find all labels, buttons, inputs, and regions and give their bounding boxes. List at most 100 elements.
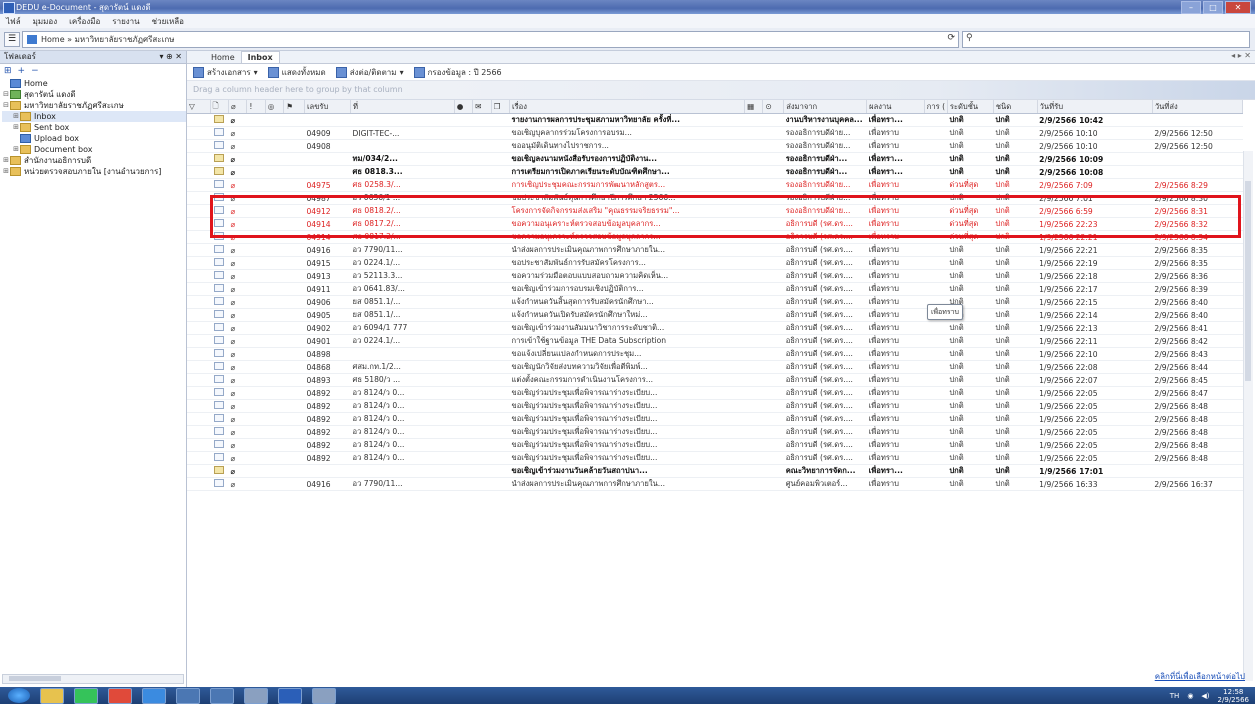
- taskbar-chrome-icon[interactable]: [108, 687, 132, 704]
- col-from[interactable]: ส่งมาจาก: [783, 100, 868, 114]
- create-document-button[interactable]: สร้างเอกสาร ▾: [193, 66, 258, 79]
- language-indicator-icon[interactable]: TH: [1170, 692, 1180, 700]
- table-row[interactable]: ⌀ รายงานการผลการประชุมสภามหาวิทยาลัย ครั้…: [187, 113, 1243, 127]
- menu-file[interactable]: ไฟล์: [0, 15, 27, 28]
- grid-menu-button[interactable]: ☰: [4, 32, 20, 47]
- group-by-area[interactable]: Drag a column header here to group by th…: [187, 81, 1255, 100]
- table-row[interactable]: ⌀ 04905 ยส 0851.1/... แจ้งกำหนดวันเปิดรับสม…: [187, 308, 1243, 322]
- taskbar-line-icon[interactable]: [74, 687, 98, 704]
- table-row[interactable]: ⌀ 04975 ศธ 0258.3/... การเชิญประชุมคณะกรรมก…: [187, 178, 1243, 192]
- menu-help[interactable]: ช่วยเหลือ: [146, 15, 190, 28]
- taskbar-word-icon[interactable]: [278, 687, 302, 704]
- tab-inbox[interactable]: Inbox: [240, 51, 280, 63]
- table-row[interactable]: ⌀ 04914 ศธ 0817.2/... ขอความอนุเคราะห์ตรวจส…: [187, 230, 1243, 244]
- table-row[interactable]: ⌀ 04987 อว 0636/1 ... ขอประชาสัมพันธ์ทุนการ…: [187, 191, 1243, 205]
- table-row[interactable]: ⌀ 04892 อว 8124/ว 0... ขอเชิญร่วมประชุมเพื่…: [187, 412, 1243, 426]
- next-page-link[interactable]: คลิกที่นี่เพื่อเลือกหน้าต่อไป: [1155, 670, 1245, 683]
- col-secret[interactable]: ◎: [265, 100, 285, 114]
- menu-tools[interactable]: เครื่องมือ: [63, 15, 106, 28]
- network-icon[interactable]: ◉: [1187, 692, 1193, 700]
- table-row[interactable]: ⌀ 04912 ศธ 0818.2/... โครงการจัดกิจกรรมส่งเ…: [187, 204, 1243, 218]
- col-flag[interactable]: ⚑: [283, 100, 305, 114]
- tree-node-upload[interactable]: Upload box: [2, 133, 186, 144]
- table-row[interactable]: ⌀ 04868 ศสม.กท.1/2... ขอเชิญนักวิจัยส่งบทคว…: [187, 360, 1243, 374]
- taskbar-paint-icon[interactable]: [312, 687, 336, 704]
- table-row[interactable]: ⌀ 04909 DIGIT-TEC-... ขอเชิญบุคลากรร่วมโครง…: [187, 126, 1243, 140]
- col-dot[interactable]: ●: [454, 100, 474, 114]
- col-copy[interactable]: ❐: [491, 100, 511, 114]
- col-type[interactable]: ชนิด: [993, 100, 1038, 114]
- volume-icon[interactable]: ◀): [1201, 692, 1209, 700]
- taskbar-edoc-icon[interactable]: [210, 687, 234, 704]
- start-button[interactable]: [8, 688, 30, 703]
- tab-home[interactable]: Home: [205, 52, 241, 63]
- tree-node-audit-unit[interactable]: ⊞ หน่วยตรวจสอบภายใน [งานอำนวยการ]: [2, 166, 186, 177]
- table-row[interactable]: ⌀ 04914 ศธ 0817.2/... ขอความอนุเคราะห์ตรวจส…: [187, 217, 1243, 231]
- col-reg-number[interactable]: เลขรับ: [304, 100, 352, 114]
- expand-all-icon[interactable]: ⊞: [4, 66, 12, 76]
- close-button[interactable]: ✕: [1225, 1, 1251, 14]
- tree-node-org[interactable]: ⊟ มหาวิทยาลัยราชภัฏศรีสะเกษ: [2, 100, 186, 111]
- table-row[interactable]: ⌀ 04916 อว 7790/11... นำส่งผลการประเมินคุณภ…: [187, 477, 1243, 491]
- table-row[interactable]: ⌀ 04916 อว 7790/11... นำส่งผลการประเมินคุณภ…: [187, 243, 1243, 257]
- col-circle[interactable]: ⊙: [762, 100, 785, 114]
- table-row[interactable]: ⌀ 04892 อว 8124/ว 0... ขอเชิญร่วมประชุมเพื่…: [187, 399, 1243, 413]
- tree-node-document[interactable]: ⊞ Document box: [2, 144, 186, 155]
- table-row[interactable]: ⌀ ศธ 0818.3... การเตรียมการเปิดภาคเรียนระด…: [187, 165, 1243, 179]
- col-subject[interactable]: เรื่อง: [509, 100, 746, 114]
- sidebar-horizontal-scrollbar[interactable]: [2, 674, 184, 684]
- table-row[interactable]: ⌀ 04892 อว 8124/ว 0... ขอเชิญร่วมประชุมเพื่…: [187, 386, 1243, 400]
- sidebar-pin-close-icon[interactable]: ▾ ⊕ ✕: [159, 51, 182, 63]
- table-row[interactable]: ⌀ 04892 อว 8124/ว 0... ขอเชิญร่วมประชุมเพื่…: [187, 425, 1243, 439]
- col-received[interactable]: วันที่รับ: [1037, 100, 1153, 114]
- col-sent[interactable]: วันที่ส่ง: [1152, 100, 1244, 114]
- col-filter[interactable]: ▽: [187, 100, 211, 114]
- refresh-icon[interactable]: ⟳: [947, 33, 955, 43]
- address-field[interactable]: Home » มหาวิทยาลัยราชภัฏศรีสะเกษ ⟳: [22, 31, 959, 48]
- table-row[interactable]: ⌀ 04913 อว 52113.3... ขอความร่วมมือตอบแบบสอ…: [187, 269, 1243, 283]
- table-row[interactable]: ⌀ 04915 อว 0224.1/... ขอประชาสัมพันธ์การรับ…: [187, 256, 1243, 270]
- table-row[interactable]: ⌀ 04901 อว 0224.1/... การเข้าใช้ฐานข้อมูล T…: [187, 334, 1243, 348]
- table-row[interactable]: ⌀ 04906 ยส 0851.1/... แจ้งกำหนดวันสิ้นสุดกา…: [187, 295, 1243, 309]
- table-row[interactable]: ⌀ ขอเชิญเข้าร่วมงานวันคล้ายวันสถาปนา... คณ…: [187, 464, 1243, 478]
- table-row[interactable]: ⌀ 04898 ขอแจ้งเปลี่ยนแปลงกำหนดการประชุม...…: [187, 347, 1243, 361]
- tree-node-president-office[interactable]: ⊞ สำนักงานอธิการบดี: [2, 155, 186, 166]
- search-input[interactable]: ⚲: [962, 31, 1250, 48]
- tree-node-user[interactable]: ⊟ สุดารัตน์ แดงดี: [2, 89, 186, 100]
- grid-vertical-scrollbar[interactable]: [1243, 151, 1253, 681]
- col-level[interactable]: ระดับชั้น: [947, 100, 994, 114]
- col-mail[interactable]: ✉: [472, 100, 492, 114]
- table-row[interactable]: ⌀ ทม/034/2... ขอเชิญลงนามหนังสือรับรองการป…: [187, 152, 1243, 166]
- scrollbar-thumb[interactable]: [1245, 181, 1251, 381]
- menu-report[interactable]: รายงาน: [106, 15, 145, 28]
- table-row[interactable]: ⌀ 04892 อว 8124/ว 0... ขอเชิญร่วมประชุมเพื่…: [187, 451, 1243, 465]
- menu-view[interactable]: มุมมอง: [27, 15, 64, 28]
- col-action[interactable]: การ (: [924, 100, 948, 114]
- col-document-type[interactable]: 🗋: [210, 100, 229, 114]
- remove-folder-icon[interactable]: −: [31, 66, 39, 76]
- col-result[interactable]: ผลงาน: [866, 100, 925, 114]
- filter-year-button[interactable]: กรองข้อมูล : ปี 2566: [413, 66, 502, 79]
- tab-scroll-close-icon[interactable]: ◂ ▸ ✕: [1231, 51, 1251, 60]
- col-grid-icon[interactable]: ▦: [744, 100, 764, 114]
- taskbar-ie-icon[interactable]: [142, 687, 166, 704]
- col-priority[interactable]: !: [246, 100, 266, 114]
- taskbar-app-icon[interactable]: [176, 687, 200, 704]
- clock[interactable]: 12:58 2/9/2566: [1218, 688, 1249, 704]
- table-row[interactable]: ⌀ 04911 อว 0641.83/... ขอเชิญเข้าร่วมการอบร…: [187, 282, 1243, 296]
- taskbar-media-icon[interactable]: [244, 687, 268, 704]
- tree-node-sent[interactable]: ⊞ Sent box: [2, 122, 186, 133]
- col-doc-number[interactable]: ที่: [350, 100, 455, 114]
- col-attachment[interactable]: ⌀: [228, 100, 248, 114]
- show-all-button[interactable]: แสดงทั้งหมด: [267, 66, 326, 79]
- table-row[interactable]: ⌀ 04892 อว 8124/ว 0... ขอเชิญร่วมประชุมเพื่…: [187, 438, 1243, 452]
- add-folder-icon[interactable]: +: [18, 66, 26, 76]
- forward-track-button[interactable]: ส่งต่อ/ติดตาม ▾: [335, 66, 404, 79]
- table-row[interactable]: ⌀ 04908 ขออนุมัติเดินทางไปราชการ... รองอธิก…: [187, 139, 1243, 153]
- maximize-button[interactable]: □: [1203, 1, 1223, 14]
- minimize-button[interactable]: –: [1181, 1, 1201, 14]
- tree-node-home[interactable]: Home: [2, 78, 186, 89]
- taskbar-explorer-icon[interactable]: [40, 687, 64, 704]
- tree-node-inbox[interactable]: ⊞ Inbox: [2, 111, 186, 122]
- scrollbar-thumb[interactable]: [9, 676, 61, 681]
